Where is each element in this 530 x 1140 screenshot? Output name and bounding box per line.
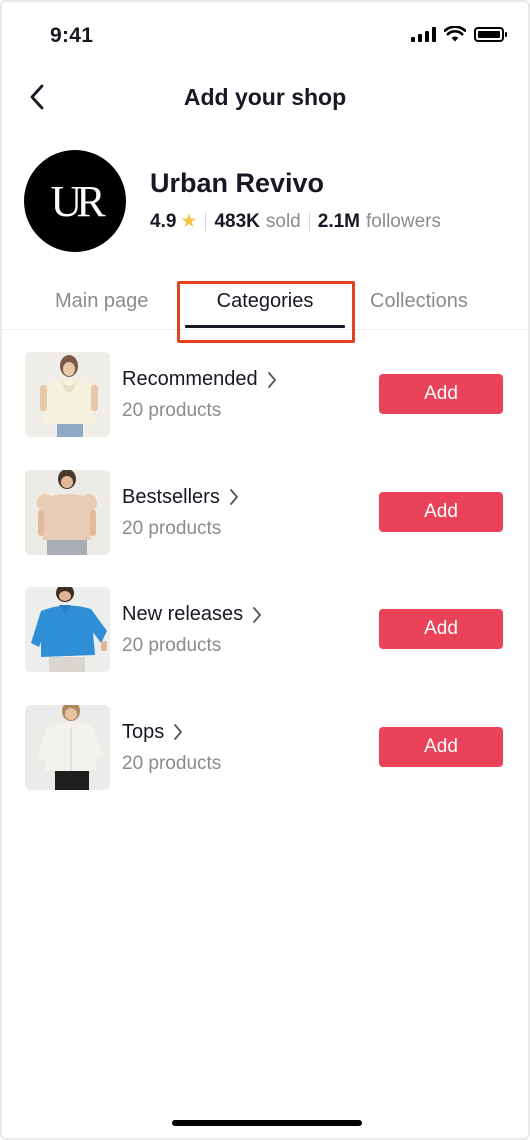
page-title: Add your shop (183, 84, 347, 110)
category-name[interactable]: Tops (122, 721, 183, 744)
shop-stats: 4.9 ★ 483K sold 2.1M followers (150, 210, 441, 233)
product-thumbnail (25, 469, 110, 555)
highlight-box (177, 281, 355, 343)
shop-rating: 4.9 (150, 210, 177, 232)
product-count: 20 products (122, 635, 222, 656)
add-button[interactable]: Add (379, 609, 503, 649)
category-name-label: Tops (122, 720, 165, 743)
category-list: Recommended 20 products Add Bestsellers … (2, 352, 528, 822)
product-thumbnail (25, 352, 110, 437)
add-button[interactable]: Add (379, 491, 503, 532)
product-thumbnail (25, 704, 110, 790)
home-indicator[interactable] (172, 1120, 362, 1126)
shop-header: UR Urban Revivo 4.9 ★ 483K sold 2.1M fol… (24, 150, 506, 254)
wifi-icon (444, 26, 466, 42)
add-button[interactable]: Add (379, 726, 503, 767)
category-name-label: Bestsellers (122, 485, 220, 508)
product-count: 20 products (122, 517, 222, 539)
add-button[interactable]: Add (379, 374, 503, 414)
list-item[interactable]: Recommended 20 products Add (2, 352, 528, 470)
shop-logo: UR (24, 150, 126, 252)
battery-icon (474, 26, 507, 42)
phone-screen: 9:41 Add your shop UR Urban Revivo 4.9 ★… (0, 0, 530, 1140)
status-bar: 9:41 (2, 2, 528, 72)
shop-logo-text: UR (50, 176, 105, 226)
list-item[interactable]: Tops 20 products Add (2, 704, 528, 823)
chevron-right-icon (173, 723, 183, 741)
tab-main-page[interactable]: Main page (55, 290, 148, 313)
star-icon: ★ (180, 211, 198, 232)
list-item[interactable]: New releases 20 products Add (2, 587, 528, 705)
followers-label: followers (366, 210, 441, 232)
tab-collections[interactable]: Collections (370, 290, 468, 313)
status-icons (411, 26, 507, 42)
product-count: 20 products (122, 400, 222, 421)
cellular-signal-icon (411, 26, 436, 42)
chevron-right-icon (229, 488, 239, 506)
category-name[interactable]: Bestsellers (122, 486, 239, 509)
stats-divider (308, 212, 310, 231)
shop-name: Urban Revivo (150, 168, 325, 198)
category-name-label: Recommended (122, 368, 258, 390)
product-thumbnail (25, 587, 110, 672)
status-time: 9:41 (50, 24, 94, 47)
list-item[interactable]: Bestsellers 20 products Add (2, 469, 528, 588)
nav-header: Add your shop (2, 72, 528, 126)
chevron-right-icon (267, 371, 277, 389)
category-name[interactable]: Recommended (122, 368, 277, 391)
sold-label: sold (265, 210, 301, 232)
sold-count: 483K (214, 210, 260, 232)
chevron-right-icon (252, 606, 262, 624)
stats-divider (205, 212, 207, 231)
product-count: 20 products (122, 752, 222, 774)
category-name[interactable]: New releases (122, 603, 262, 626)
category-name-label: New releases (122, 603, 244, 625)
followers-count: 2.1M (317, 210, 360, 232)
